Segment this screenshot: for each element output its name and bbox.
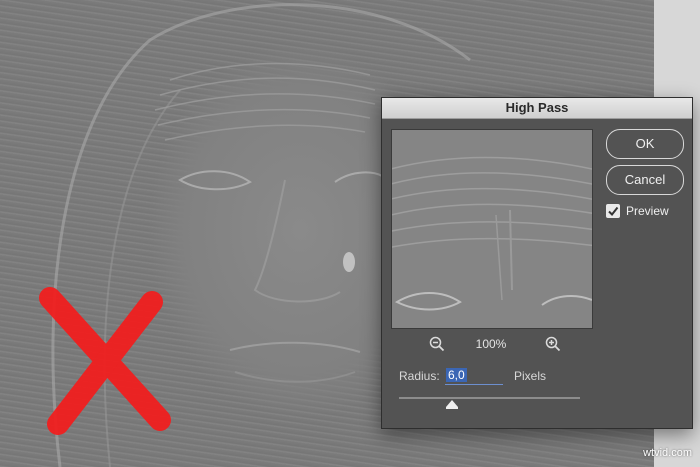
preview-label: Preview — [626, 204, 669, 218]
radius-label: Radius: — [399, 369, 440, 383]
zoom-in-icon[interactable] — [545, 336, 561, 352]
dialog-title: High Pass — [382, 98, 692, 119]
preview-image — [392, 130, 592, 328]
checkmark-icon — [608, 206, 619, 217]
cancel-button[interactable]: Cancel — [606, 165, 684, 195]
filter-preview-pane[interactable] — [391, 129, 593, 329]
watermark: wtvid.com — [643, 447, 692, 459]
ok-button[interactable]: OK — [606, 129, 684, 159]
radius-value: 6,0 — [446, 368, 467, 382]
radius-unit-label: Pixels — [514, 369, 547, 383]
radius-slider-thumb[interactable] — [446, 400, 458, 409]
radius-input[interactable]: 6,0 — [445, 366, 503, 385]
radius-slider-track[interactable] — [399, 397, 580, 399]
zoom-level: 100% — [475, 337, 507, 351]
zoom-controls: 100% — [391, 336, 591, 356]
high-pass-dialog: High Pass 100% OK Cancel Preview Radius:… — [381, 97, 693, 429]
preview-checkbox[interactable] — [606, 204, 620, 218]
